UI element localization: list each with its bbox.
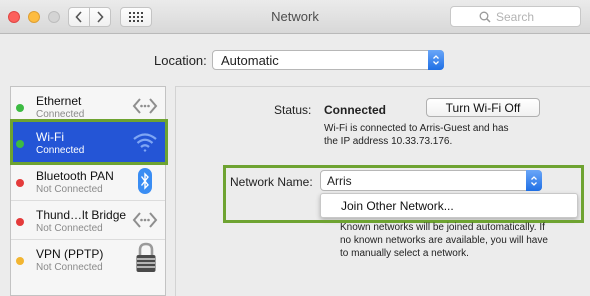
service-list: Ethernet Connected Wi-Fi Connected Bluet…: [10, 86, 166, 296]
service-name: VPN (PPTP): [36, 247, 104, 261]
highlight-box-wifi: [10, 119, 168, 165]
location-popup[interactable]: Automatic: [212, 50, 444, 70]
service-status: Not Connected: [36, 262, 103, 273]
known-networks-line1: Known networks will be joined automatica…: [340, 222, 545, 233]
status-label: Status:: [274, 103, 312, 117]
status-dot: [16, 104, 24, 112]
location-value: Automatic: [221, 52, 279, 68]
title-bar: Network Search: [0, 0, 590, 34]
known-networks-line3: to manually select a network.: [340, 248, 469, 259]
service-name: Bluetooth PAN: [36, 169, 114, 183]
turn-wifi-off-button[interactable]: Turn Wi-Fi Off: [426, 98, 540, 117]
lock-icon: [136, 242, 156, 272]
service-status: Not Connected: [36, 184, 103, 195]
service-name: Thund…lt Bridge: [36, 208, 127, 222]
search-icon: [479, 11, 491, 23]
popup-arrows-icon: [428, 50, 444, 70]
service-name: Ethernet: [36, 94, 82, 108]
status-dot: [16, 218, 24, 226]
search-field[interactable]: Search: [450, 6, 581, 27]
location-row: Location: Automatic: [0, 50, 590, 70]
ethernet-arrows-icon: [132, 98, 158, 114]
service-status: Not Connected: [36, 223, 103, 234]
status-description-line1: Wi-Fi is connected to Arris-Guest and ha…: [324, 123, 509, 134]
service-item-vpn-pptp[interactable]: VPN (PPTP) Not Connected: [11, 240, 165, 278]
status-dot: [16, 257, 24, 265]
service-item-bluetooth-pan[interactable]: Bluetooth PAN Not Connected: [11, 162, 165, 200]
status-value: Connected: [324, 103, 387, 117]
bluetooth-icon: [138, 168, 152, 194]
known-networks-line2: no known networks are available, you wil…: [340, 235, 548, 246]
location-label: Location:: [154, 53, 207, 68]
search-placeholder: Search: [496, 9, 535, 24]
thunderbolt-arrows-icon: [132, 212, 158, 228]
status-dot: [16, 179, 24, 187]
status-description-line2: the IP address 10.33.73.176.: [324, 136, 453, 147]
highlight-box-network-name: [223, 165, 584, 223]
service-item-thunderbolt-bridge[interactable]: Thund…lt Bridge Not Connected: [11, 201, 165, 239]
